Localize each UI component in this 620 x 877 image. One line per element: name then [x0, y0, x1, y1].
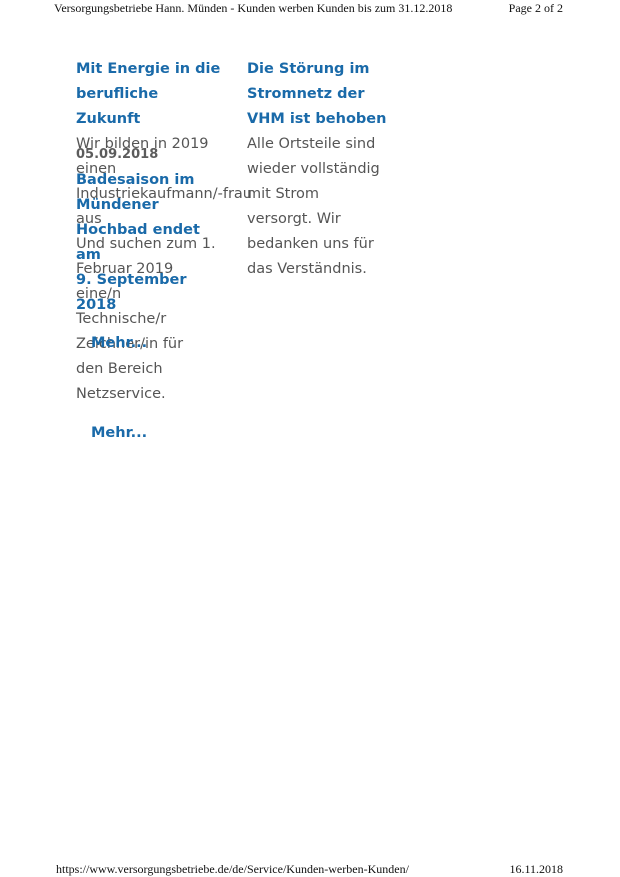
- print-header-title: Versorgungsbetriebe Hann. Münden - Kunde…: [54, 1, 453, 15]
- text-line: Alle Ortsteile sind: [247, 136, 376, 152]
- print-page-number: Page 2 of 2: [508, 1, 563, 15]
- title-line: Zukunft: [76, 111, 141, 127]
- title-line: VHM ist behoben: [247, 111, 387, 127]
- text-line: wieder vollständig: [247, 161, 380, 177]
- more-link-badesaison[interactable]: Mehr...: [91, 331, 147, 356]
- title-line: 9. September: [76, 272, 187, 288]
- article-title-stoerung[interactable]: Die Störung im Stromnetz der VHM ist beh…: [247, 57, 407, 132]
- text-line: bedanken uns für: [247, 236, 374, 252]
- article-title-energie[interactable]: Mit Energie in die berufliche Zukunft: [76, 57, 236, 132]
- title-line: berufliche: [76, 86, 159, 102]
- title-line: Mündener: [76, 197, 159, 213]
- article-text-stoerung: Alle Ortsteile sind wieder vollständig m…: [247, 132, 407, 282]
- title-line: Hochbad endet: [76, 222, 200, 238]
- text-line: das Verständnis.: [247, 261, 367, 277]
- text-line: den Bereich: [76, 361, 163, 377]
- title-line: 2018: [76, 297, 117, 313]
- print-footer-date: 16.11.2018: [509, 862, 563, 876]
- title-line: am: [76, 247, 101, 263]
- text-line: Netzservice.: [76, 386, 166, 402]
- article-title-badesaison[interactable]: Badesaison im Mündener Hochbad endet am …: [76, 168, 226, 318]
- title-line: Badesaison im: [76, 172, 195, 188]
- title-line: Mit Energie in die: [76, 61, 221, 77]
- title-line: Stromnetz der: [247, 86, 365, 102]
- text-line: mit Strom: [247, 186, 319, 202]
- text-line: versorgt. Wir: [247, 211, 341, 227]
- article-date-badesaison: 05.09.2018: [76, 147, 159, 162]
- print-footer-url: https://www.versorgungsbetriebe.de/de/Se…: [56, 862, 409, 876]
- more-link-energie[interactable]: Mehr...: [91, 421, 147, 446]
- title-line: Die Störung im: [247, 61, 370, 77]
